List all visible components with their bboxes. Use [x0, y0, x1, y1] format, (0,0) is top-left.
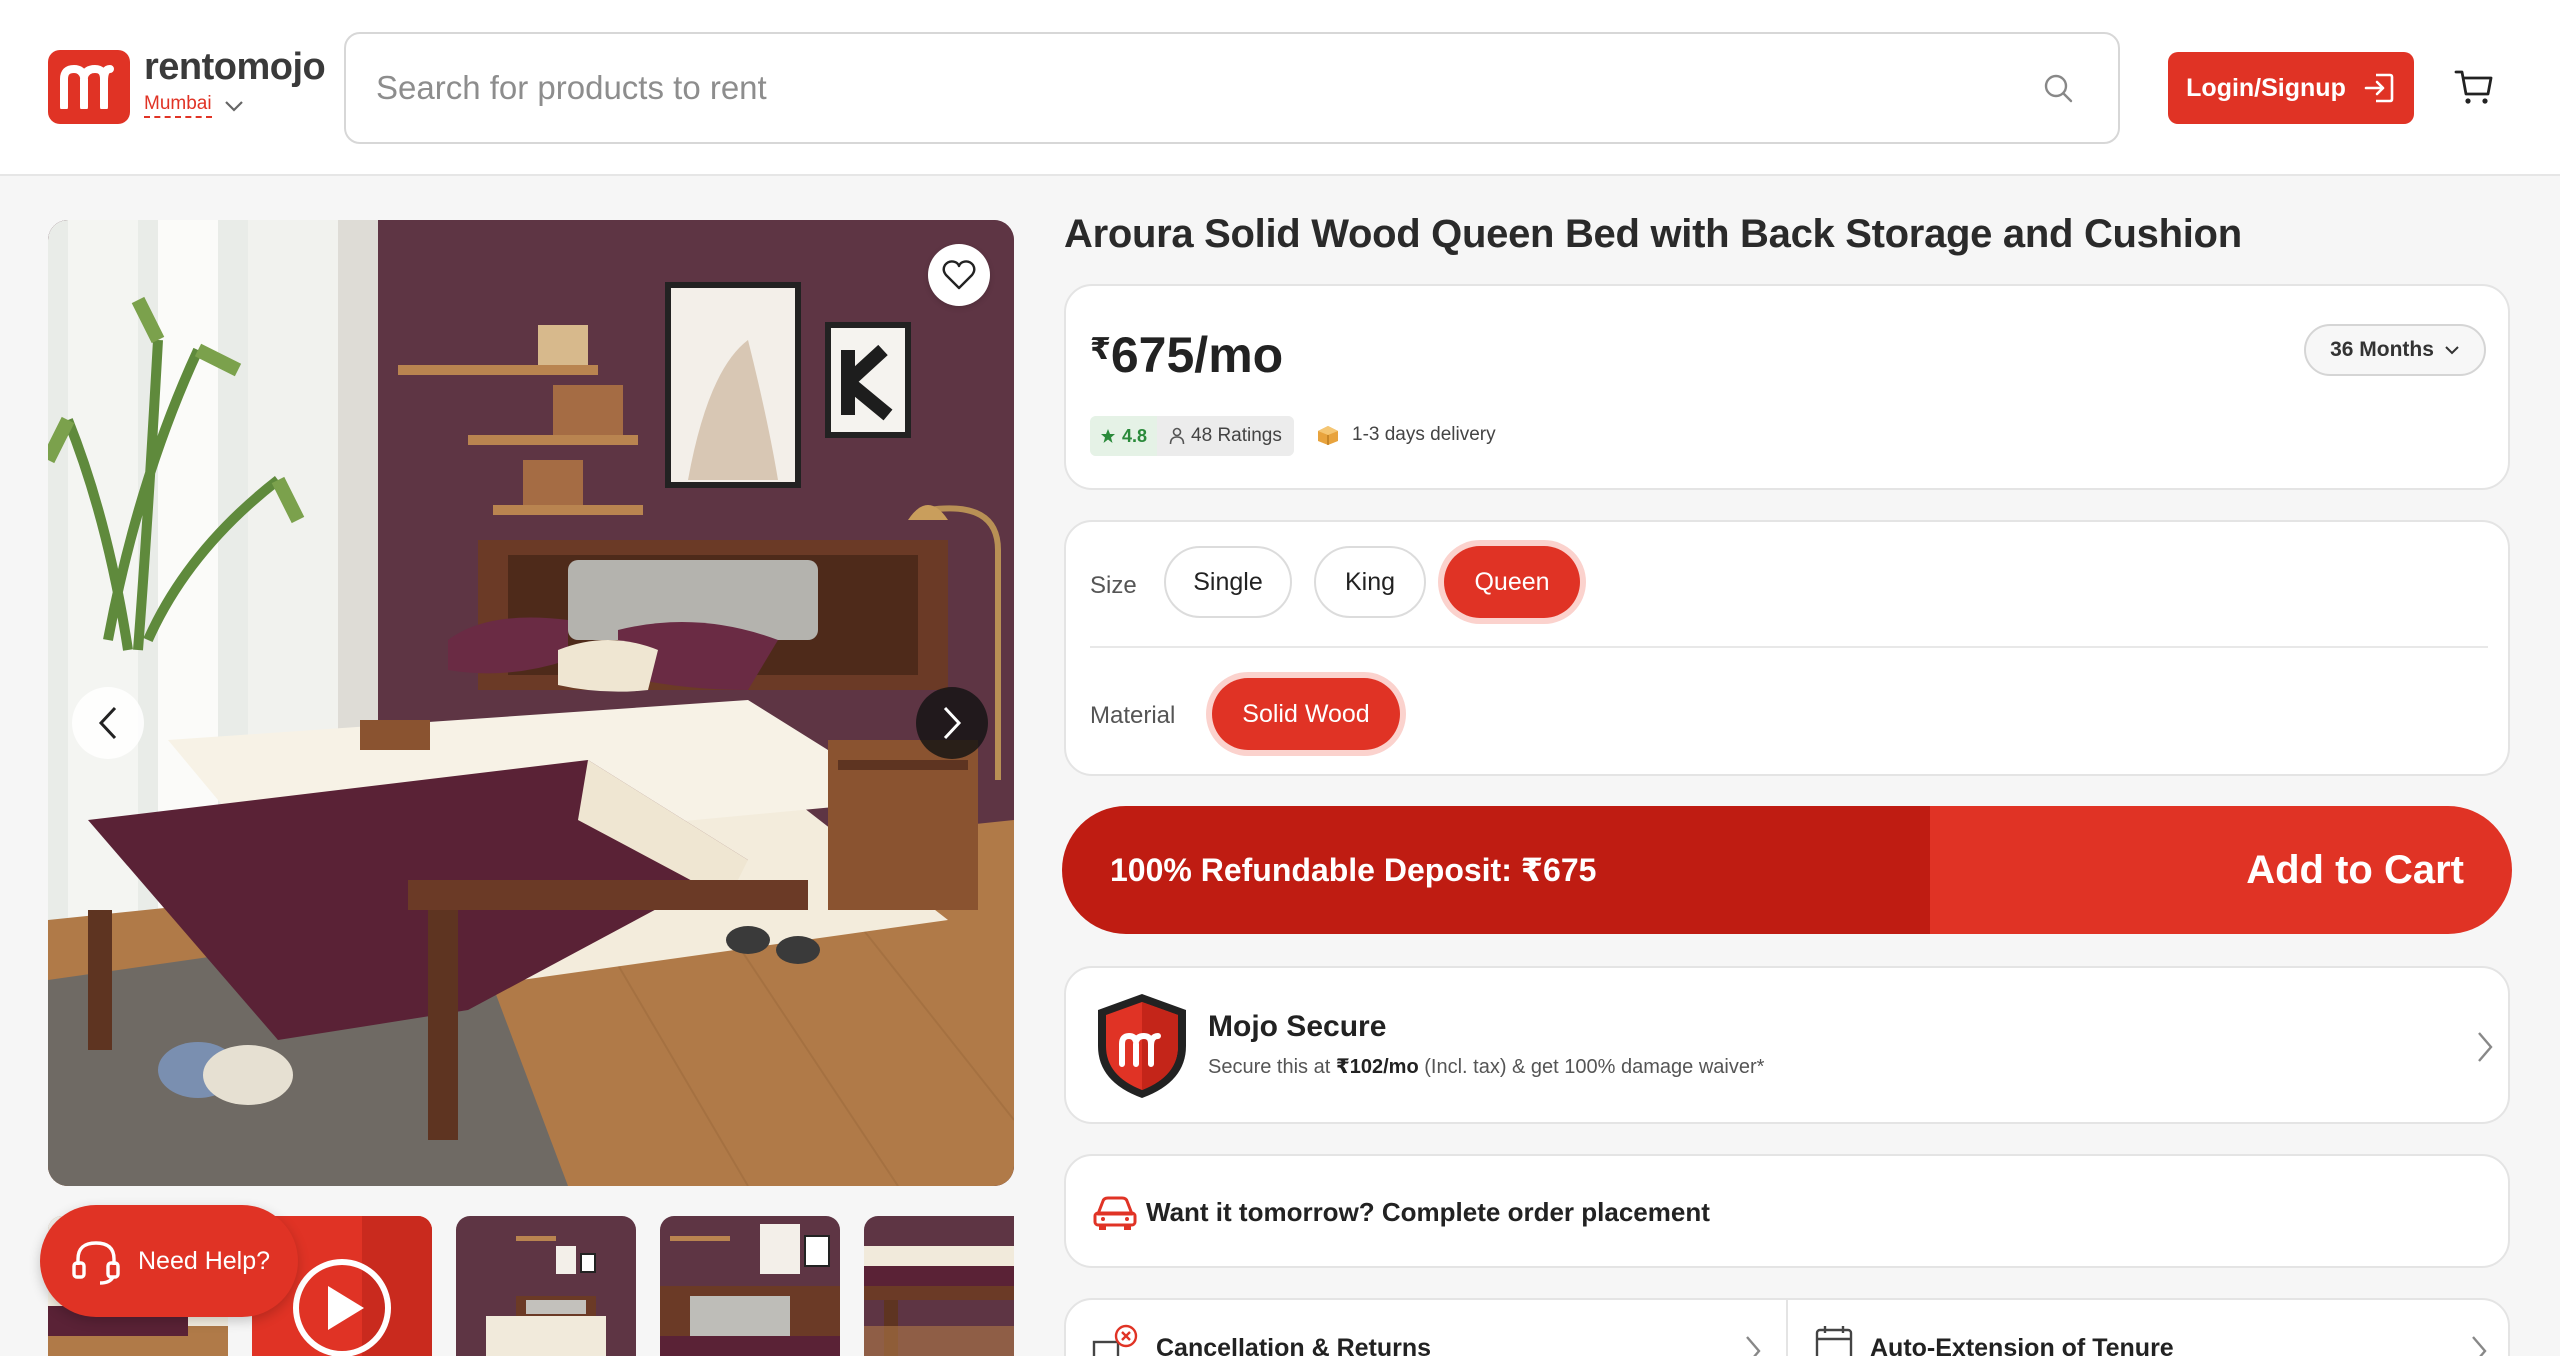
thumbnail-image	[456, 1216, 636, 1356]
mojo-secure-card[interactable]: Mojo Secure Secure this at ₹102/mo (Incl…	[1064, 966, 2510, 1124]
product-title: Aroura Solid Wood Queen Bed with Back St…	[1064, 212, 2242, 256]
star-icon	[1101, 429, 1115, 443]
thumbnail-3[interactable]	[456, 1216, 636, 1356]
price-amount: 675/mo	[1110, 327, 1284, 383]
policies-card: Cancellation & Returns Auto-Extension of…	[1064, 1298, 2510, 1356]
rating-value: 4.8	[1122, 425, 1148, 446]
mojo-secure-subtitle: Secure this at ₹102/mo (Incl. tax) & get…	[1208, 1054, 1764, 1079]
login-icon	[2364, 73, 2394, 103]
chevron-right-icon	[2472, 1336, 2487, 1356]
chevron-down-icon	[2445, 346, 2459, 355]
express-delivery-card: Want it tomorrow? Complete order placeme…	[1064, 1154, 2510, 1268]
heart-icon	[942, 260, 976, 290]
add-to-cart-button[interactable]: Add to Cart	[1930, 806, 2512, 934]
image-prev-button[interactable]	[72, 687, 144, 759]
login-signup-button[interactable]: Login/Signup	[2168, 52, 2414, 124]
size-option-queen[interactable]: Queen	[1444, 546, 1580, 618]
user-icon	[1169, 427, 1185, 445]
size-option-single[interactable]: Single	[1164, 546, 1292, 618]
rentomojo-logo[interactable]	[48, 50, 130, 124]
image-next-button[interactable]	[916, 687, 988, 759]
currency-symbol: ₹	[1090, 333, 1111, 366]
secure-sub-suffix: (Incl. tax) & get 100% damage waiver*	[1418, 1056, 1765, 1078]
auto-extension-label: Auto-Extension of Tenure	[1870, 1334, 2174, 1356]
chevron-right-icon	[943, 706, 962, 740]
price-card: ₹ 675/mo 36 Months 4.8 48 Ratings 1-3 da…	[1064, 284, 2510, 490]
need-help-button[interactable]: Need Help?	[40, 1205, 298, 1317]
rating-badge[interactable]: 4.8 48 Ratings	[1090, 416, 1294, 456]
rating-score: 4.8	[1090, 416, 1158, 456]
calendar-icon	[1815, 1326, 1853, 1356]
thumbnail-4[interactable]	[660, 1216, 840, 1356]
thumbnail-image	[864, 1216, 1014, 1356]
mojo-secure-title: Mojo Secure	[1208, 1010, 1387, 1043]
city-selector[interactable]: Mumbai	[144, 93, 244, 118]
chevron-right-icon	[2478, 1032, 2493, 1062]
material-label: Material	[1090, 702, 1176, 729]
search-icon[interactable]	[2042, 72, 2074, 104]
city-label: Mumbai	[144, 93, 212, 118]
delivery-info: 1-3 days delivery	[1316, 424, 1496, 446]
add-to-cart-bar[interactable]: 100% Refundable Deposit: ₹675 Add to Car…	[1062, 806, 2512, 934]
tenure-dropdown[interactable]: 36 Months	[2304, 324, 2486, 376]
material-option-solid-wood[interactable]: Solid Wood	[1212, 678, 1400, 750]
logo-m-icon	[60, 65, 114, 109]
product-main-image[interactable]	[48, 220, 1014, 1186]
secure-sub-prefix: Secure this at	[1208, 1056, 1336, 1078]
delivery-label: 1-3 days delivery	[1352, 424, 1496, 445]
brand-name: rentomojo	[144, 46, 326, 88]
chevron-down-icon	[224, 100, 243, 112]
return-box-icon	[1092, 1324, 1138, 1356]
cancellation-returns-link[interactable]: Cancellation & Returns	[1066, 1300, 1786, 1356]
bedroom-scene-image	[48, 220, 1014, 1186]
site-header: rentomojo Mumbai Login/Signup	[0, 0, 2560, 176]
tenure-value: 36 Months	[2330, 338, 2434, 361]
thumbnail-5[interactable]	[864, 1216, 1014, 1356]
refundable-deposit: 100% Refundable Deposit: ₹675	[1062, 806, 1930, 934]
auto-extension-link[interactable]: Auto-Extension of Tenure	[1788, 1300, 2508, 1356]
box-icon	[1318, 426, 1338, 445]
price: ₹ 675/mo	[1090, 326, 1283, 384]
size-label: Size	[1090, 572, 1137, 599]
ratings-count: 48 Ratings	[1157, 416, 1294, 456]
mojo-secure-shield-icon	[1098, 994, 1186, 1098]
ratings-count-label: 48 Ratings	[1191, 425, 1282, 446]
search-bar[interactable]	[344, 32, 2120, 144]
wishlist-button[interactable]	[928, 244, 990, 306]
need-help-label: Need Help?	[138, 1246, 271, 1275]
express-delivery-text: Want it tomorrow? Complete order placeme…	[1146, 1197, 1710, 1227]
login-label: Login/Signup	[2186, 73, 2346, 102]
headset-icon	[72, 1241, 120, 1285]
chevron-right-icon	[1746, 1336, 1761, 1356]
chevron-left-icon	[98, 706, 117, 740]
car-icon	[1093, 1196, 1137, 1230]
options-divider	[1090, 646, 2488, 648]
thumbnail-image	[660, 1216, 840, 1356]
options-card: Size Single King Queen Material Solid Wo…	[1064, 520, 2510, 776]
size-option-king[interactable]: King	[1314, 546, 1426, 618]
secure-price: ₹102/mo	[1335, 1056, 1419, 1078]
cancellation-returns-label: Cancellation & Returns	[1156, 1334, 1432, 1356]
cart-icon[interactable]	[2454, 68, 2494, 106]
search-input[interactable]	[376, 34, 2016, 142]
